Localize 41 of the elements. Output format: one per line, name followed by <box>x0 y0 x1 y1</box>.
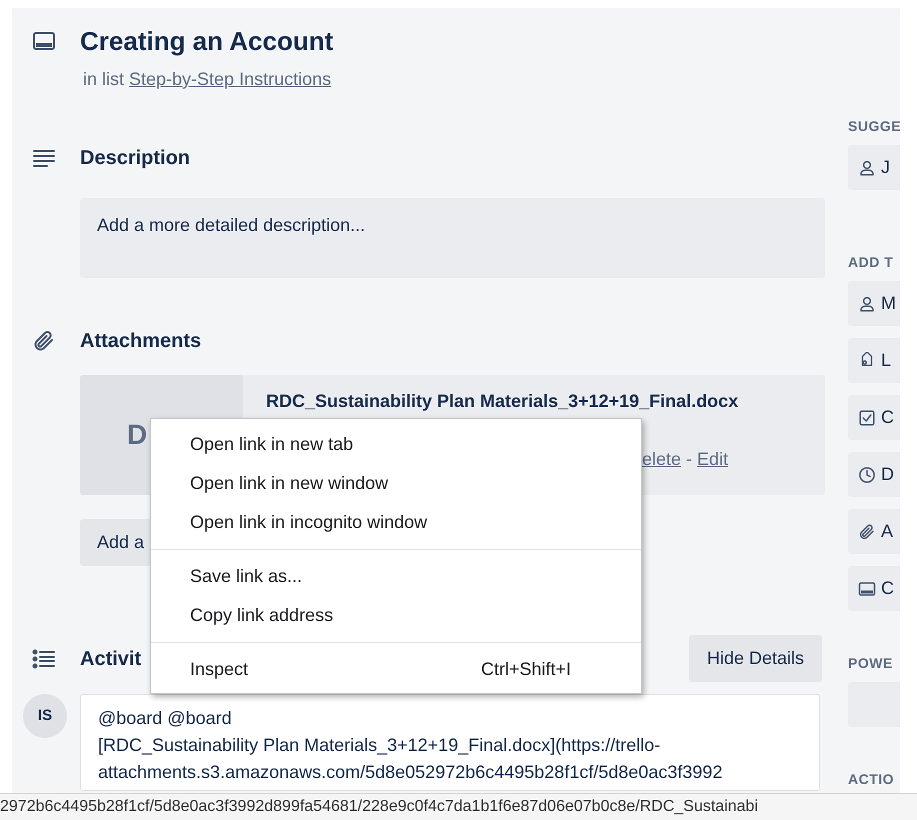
shortcut-label: Ctrl+Shift+I <box>481 658 572 681</box>
hide-details-button[interactable]: Hide Details <box>688 635 822 682</box>
menu-item[interactable]: Inspect Ctrl+Shift+I <box>151 650 641 689</box>
menu-item[interactable]: Save link as... <box>151 557 641 596</box>
person-icon <box>858 294 876 312</box>
link-separator: - <box>686 448 692 471</box>
sidebar-heading: ADD T <box>848 253 894 272</box>
attachment-name[interactable]: RDC_Sustainability Plan Materials_3+12+19_Final.docx <box>266 388 738 414</box>
comment-text: attachments.s3.amazonaws.com/5d8e052972b6c4495b28f1cf/5d8e0ac3f3992 <box>98 761 724 784</box>
sidebar-button[interactable]: D <box>848 452 900 497</box>
section-heading: Attachments <box>80 329 202 354</box>
section-heading: Activit <box>80 646 142 672</box>
description-field[interactable]: Add a more detailed description... <box>80 198 825 278</box>
checkbox-icon <box>858 408 876 426</box>
sidebar-heading: ACTIO <box>848 770 896 789</box>
sidebar-button[interactable]: M <box>848 281 900 326</box>
list-link[interactable]: Step-by-Step Instructions <box>129 67 332 91</box>
card-icon <box>30 29 58 53</box>
comment-text: @board @board <box>98 707 233 730</box>
person-icon <box>858 158 876 176</box>
attachment-link[interactable]: Edit <box>697 446 728 473</box>
attachment-link[interactable]: elete <box>642 446 682 473</box>
user-avatar: IS <box>23 694 67 738</box>
sidebar-button[interactable]: A <box>848 509 900 554</box>
card-icon <box>858 580 876 598</box>
sidebar-button[interactable]: C <box>848 395 900 440</box>
clock-icon <box>858 466 876 484</box>
menu-item[interactable]: Copy link address <box>151 596 641 635</box>
card-title: Creating an Account <box>80 25 334 57</box>
section-heading: Description <box>80 146 190 171</box>
sidebar-button[interactable]: L <box>848 338 900 383</box>
comment-box[interactable]: @board @board [RDC_Sustainability Plan Materials_3+12+19_Final.docx](https://trello- attachments.s3.amazonaws.com/5d8e052972b6c4495b28f1cf/5d8e0ac3f3992 <box>80 694 820 791</box>
sidebar-button[interactable]: C <box>848 566 900 611</box>
sidebar-heading: POWE <box>848 654 894 673</box>
activity-icon <box>30 646 58 670</box>
sidebar-button[interactable]: J <box>848 145 900 190</box>
comment-text: [RDC_Sustainability Plan Materials_3+12+19_Final.docx](https://trello- <box>98 734 662 757</box>
paperclip-icon <box>858 522 876 540</box>
menu-item[interactable]: Open link in incognito window <box>151 503 641 542</box>
list-label: in list <box>83 68 124 91</box>
link-url: 2972b6c4495b28f1cf/5d8e0ac3f3992d899fa54681/228e9c0f4c7da1b1f6e87d06e07b0c8e/RDC_Sustainabi <box>0 797 758 817</box>
